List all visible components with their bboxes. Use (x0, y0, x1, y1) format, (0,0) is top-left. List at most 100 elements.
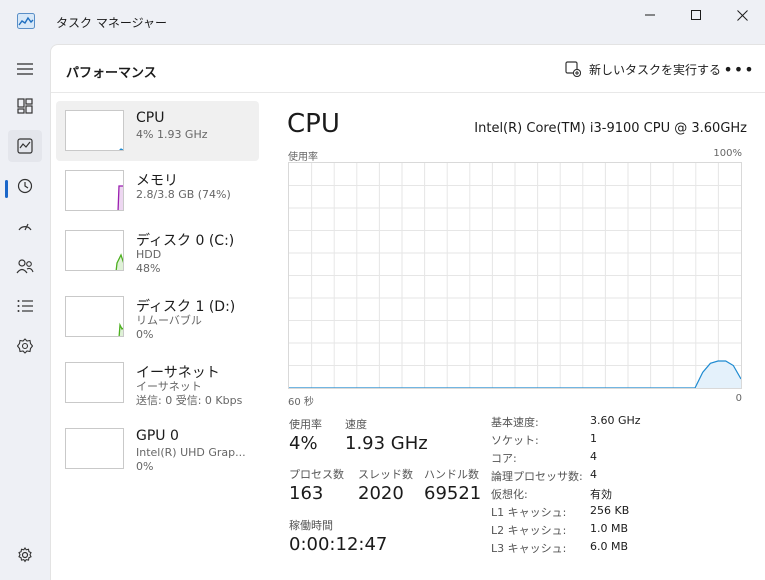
mini-graph-line (115, 253, 123, 270)
spec-value: 1 (590, 432, 597, 445)
resource-name: メモリ (136, 173, 178, 189)
resource-list: CPU 4% 1.93 GHz メモリ 2.8/3.8 GB (74%) ディス… (51, 93, 271, 580)
threads-value: 2020 (358, 483, 404, 504)
spec-label: コア: (491, 452, 517, 465)
handles-value: 69521 (424, 483, 482, 504)
resource-name: GPU 0 (136, 428, 179, 444)
resource-usage: 0% (136, 460, 154, 473)
handles-label: ハンドル数 (424, 468, 479, 481)
mini-graph (117, 185, 123, 210)
nav-services[interactable] (8, 330, 42, 362)
mini-graph (115, 253, 123, 270)
resource-item-memory[interactable]: メモリ 2.8/3.8 GB (74%) (56, 161, 259, 221)
resource-detail: 2.8/3.8 GB (74%) (136, 188, 231, 201)
mini-graph (118, 322, 123, 336)
task-manager-app-icon (17, 13, 35, 29)
nav-users[interactable] (8, 250, 42, 282)
settings-icon (18, 547, 32, 563)
nav-processes[interactable] (8, 90, 42, 122)
spec-label: L2 キャッシュ: (491, 524, 567, 537)
maximize-icon (691, 10, 701, 20)
mini-graph (66, 363, 124, 403)
resource-name: CPU (136, 110, 165, 126)
spec-value: 1.0 MB (590, 522, 629, 535)
page-title: パフォーマンス (66, 66, 157, 81)
spec-label: L3 キャッシュ: (491, 542, 567, 555)
resource-item-cpu[interactable]: CPU 4% 1.93 GHz (56, 101, 259, 161)
close-button[interactable] (719, 0, 765, 30)
resource-item-ethernet[interactable]: イーサネット イーサネット 送信: 0 受信: 0 Kbps (56, 353, 259, 413)
mini-graph (66, 429, 124, 469)
minimize-button[interactable] (627, 0, 673, 30)
graph-time-left-label: 60 秒 (288, 397, 314, 408)
resource-usage: 48% (136, 262, 161, 275)
resource-thumbnail (65, 362, 124, 403)
resource-thumbnail (65, 428, 124, 469)
navigation-rail (0, 44, 50, 580)
details-icon (17, 300, 33, 312)
mini-graph-area (119, 325, 123, 336)
mini-graph-line (117, 185, 123, 210)
run-new-task-button[interactable]: 新しいタスクを実行する (565, 58, 721, 80)
startup-icon (18, 223, 32, 231)
maximize-button[interactable] (673, 0, 719, 30)
resource-usage: 0% (136, 328, 154, 341)
minimize-icon (645, 14, 655, 16)
resource-thumbnail (65, 230, 124, 271)
resource-detail: リムーバブル (136, 314, 202, 327)
nav-details[interactable] (8, 290, 42, 322)
spec-value: 4 (590, 468, 597, 481)
mini-graph-area (118, 186, 123, 210)
processes-label: プロセス数 (289, 468, 344, 481)
window-title: タスク マネージャー (56, 16, 167, 30)
content-panel: パフォーマンス 新しいタスクを実行する ••• CPU 4% 1.93 GHz … (50, 44, 765, 580)
spec-value: 有効 (590, 488, 612, 501)
cpu-usage-graph (288, 162, 742, 389)
spec-label: ソケット: (491, 434, 539, 447)
graph-usage-label: 使用率 (288, 152, 318, 163)
resource-usage: 送信: 0 受信: 0 Kbps (136, 394, 243, 407)
resource-item-disk1[interactable]: ディスク 1 (D:) リムーバブル 0% (56, 287, 259, 347)
run-task-icon (565, 61, 581, 77)
run-new-task-label: 新しいタスクを実行する (589, 62, 722, 77)
nav-performance[interactable] (8, 130, 42, 162)
resource-detail: HDD (136, 248, 162, 261)
resource-detail: Intel(R) UHD Grap... (136, 446, 246, 459)
mini-graph-line (118, 322, 123, 336)
settings-button[interactable] (8, 538, 42, 572)
nav-app-history[interactable] (8, 170, 42, 202)
resource-item-gpu0[interactable]: GPU 0 Intel(R) UHD Grap... 0% (56, 419, 259, 479)
mini-graph-line (119, 148, 123, 150)
usage-value: 4% (289, 433, 318, 454)
resource-detail: 4% 1.93 GHz (136, 128, 208, 141)
cpu-detail-pane: CPU Intel(R) Core(TM) i3-9100 CPU @ 3.60… (287, 93, 747, 580)
resource-thumbnail (65, 296, 124, 337)
threads-label: スレッド数 (358, 468, 413, 481)
mini-graph (119, 148, 123, 150)
resource-thumbnail (65, 170, 124, 211)
usage-label: 使用率 (289, 418, 322, 431)
graph-time-right-label: 0 (735, 393, 742, 404)
nav-menu-button[interactable] (8, 53, 42, 85)
resource-thumbnail (65, 110, 124, 151)
spec-label: 仮想化: (491, 488, 528, 501)
spec-value: 6.0 MB (590, 540, 629, 553)
resource-name: イーサネット (136, 365, 220, 381)
graph-max-label: 100% (713, 148, 742, 159)
spec-label: 論理プロセッサ数: (491, 470, 583, 483)
nav-startup[interactable] (8, 210, 42, 242)
mini-graph-area (116, 255, 123, 270)
detail-title: CPU (287, 109, 340, 139)
resource-item-disk0[interactable]: ディスク 0 (C:) HDD 48% (56, 221, 259, 281)
more-icon: ••• (723, 59, 755, 79)
page-header: パフォーマンス 新しいタスクを実行する ••• (51, 45, 765, 93)
performance-icon (17, 138, 33, 154)
close-icon (736, 9, 748, 21)
mini-graph-area (120, 149, 123, 150)
spec-value: 3.60 GHz (590, 414, 641, 427)
spec-label: L1 キャッシュ: (491, 506, 567, 519)
more-options-button[interactable]: ••• (723, 58, 753, 80)
resource-name: ディスク 1 (D:) (136, 299, 236, 315)
resource-detail: イーサネット (136, 380, 202, 393)
processes-value: 163 (289, 483, 324, 504)
